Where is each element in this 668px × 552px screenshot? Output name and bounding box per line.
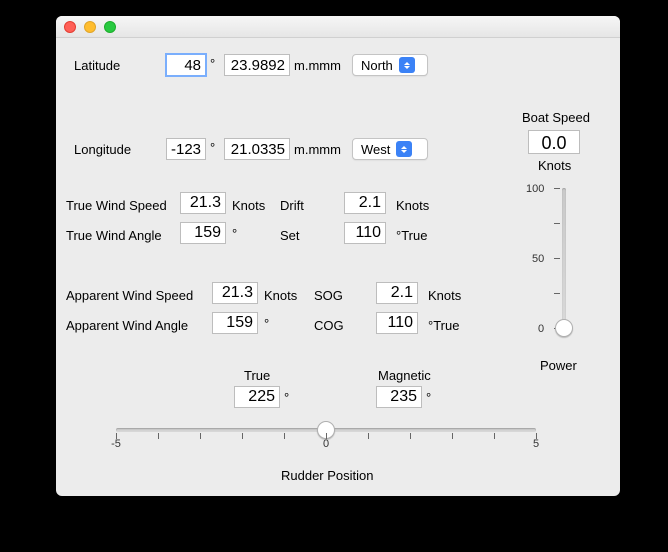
awa-input[interactable] [212,312,258,334]
latitude-deg-input[interactable] [166,54,206,76]
power-slider-thumb[interactable] [555,319,573,337]
heading-true-unit: ° [284,390,289,405]
longitude-label: Longitude [74,142,131,157]
twa-label: True Wind Angle [66,228,162,243]
aws-unit: Knots [264,288,297,303]
twa-input[interactable] [180,222,226,244]
longitude-min-unit: m.mmm [294,142,341,157]
zoom-icon[interactable] [104,21,116,33]
latitude-deg-unit: ° [210,56,215,71]
latitude-min-input[interactable] [224,54,290,76]
heading-true-input[interactable] [234,386,280,408]
chevron-updown-icon [396,141,412,157]
set-label: Set [280,228,300,243]
cog-unit: °True [428,318,459,333]
longitude-deg-unit: ° [210,140,215,155]
longitude-min-input[interactable] [224,138,290,160]
boat-speed-unit: Knots [538,158,571,173]
latitude-hemisphere-value: North [361,58,393,73]
aws-input[interactable] [212,282,258,304]
latitude-label: Latitude [74,58,120,73]
latitude-min-unit: m.mmm [294,58,341,73]
heading-mag-unit: ° [426,390,431,405]
content-pane: Latitude ° m.mmm North Longitude ° m.mmm… [56,38,620,496]
titlebar [56,16,620,38]
rudder-slider[interactable]: -5 0 5 [116,428,536,458]
longitude-hemisphere-value: West [361,142,390,157]
drift-unit: Knots [396,198,429,213]
longitude-deg-input[interactable] [166,138,206,160]
tws-unit: Knots [232,198,265,213]
heading-mag-input[interactable] [376,386,422,408]
set-unit: °True [396,228,427,243]
cog-input[interactable] [376,312,418,334]
latitude-hemisphere-select[interactable]: North [352,54,428,76]
set-input[interactable] [344,222,386,244]
awa-unit: ° [264,316,269,331]
cog-label: COG [314,318,344,333]
twa-unit: ° [232,226,237,241]
drift-input[interactable] [344,192,386,214]
power-label: Power [540,358,577,373]
boat-speed-label: Boat Speed [522,110,590,125]
app-window: Latitude ° m.mmm North Longitude ° m.mmm… [56,16,620,496]
boat-speed-value[interactable]: 0.0 [528,130,580,154]
minimize-icon[interactable] [84,21,96,33]
sog-unit: Knots [428,288,461,303]
heading-mag-label: Magnetic [378,368,431,383]
heading-true-label: True [244,368,270,383]
tws-label: True Wind Speed [66,198,167,213]
longitude-hemisphere-select[interactable]: West [352,138,428,160]
sog-input[interactable] [376,282,418,304]
chevron-updown-icon [399,57,415,73]
awa-label: Apparent Wind Angle [66,318,188,333]
sog-label: SOG [314,288,343,303]
rudder-label: Rudder Position [281,468,374,483]
close-icon[interactable] [64,21,76,33]
aws-label: Apparent Wind Speed [66,288,193,303]
power-slider[interactable]: 100 50 0 [544,188,584,338]
tws-input[interactable] [180,192,226,214]
drift-label: Drift [280,198,304,213]
